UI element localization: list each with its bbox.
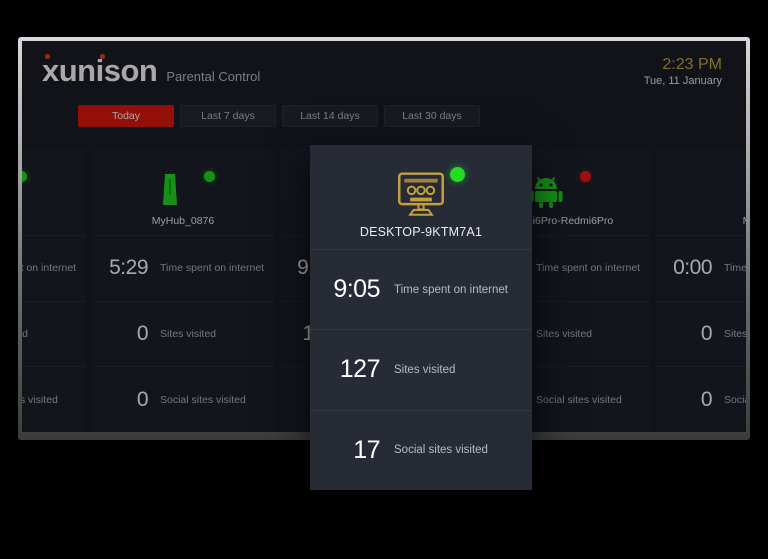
card-icon-row [22, 167, 86, 215]
modal-stat-label: Time spent on internet [394, 283, 508, 296]
stat-row-sites: 0 Sites visited [656, 300, 746, 367]
stat-value: 0:00 [673, 256, 712, 280]
stat-label: Social sites visited [536, 393, 622, 406]
modal-stat-value: 9:05 [333, 275, 380, 304]
card-icon-row [92, 167, 274, 215]
stat-value: 0 [136, 322, 149, 345]
app-subtitle: Parental Control [166, 69, 261, 84]
stat-value: 5:29 [109, 256, 148, 280]
android-icon [529, 177, 563, 208]
logo-dot-i-icon [100, 54, 105, 59]
modal-stat-label: Social sites visited [394, 444, 488, 457]
stat-value: 0 [136, 387, 149, 411]
stat-row-sites: 0 Sites visited [92, 300, 274, 367]
status-dot-offline [580, 171, 591, 182]
stat-label: Time spent on internet [536, 262, 641, 275]
modal-device-name: DESKTOP-9KTM7A1 [359, 225, 483, 239]
stat-label: Sites visited [536, 328, 593, 340]
stat-row-social: 0 Social sites visited [92, 366, 274, 432]
modal-icon-row [310, 163, 532, 225]
stat-label: Social sites visited [724, 393, 746, 406]
device-card-next[interactable]: M 0:00 Time spent on internet 0 Sites vi… [656, 149, 746, 432]
clock-block: 2:23 PM Tue, 11 January [644, 56, 722, 89]
card-device-name: MyHub_0876 [151, 215, 215, 227]
stat-row-social: 0 Social sites visited [656, 366, 746, 432]
card-header: M [656, 149, 746, 235]
tab-last-14-days[interactable]: Last 14 days [282, 105, 378, 127]
modal-stat-value: 127 [339, 355, 381, 384]
stat-row-time: Time spent on internet [22, 235, 86, 301]
stat-label: Sites visited [724, 328, 746, 340]
device-detail-modal[interactable]: DESKTOP-9KTM7A1 9:05 Time spent on inter… [310, 145, 532, 490]
device-card-myhub[interactable]: MyHub_0876 5:29 Time spent on internet 0… [92, 149, 274, 432]
stat-row-social: Social sites visited [22, 366, 86, 432]
stat-row-time: 0:00 Time spent on internet [656, 235, 746, 301]
logo-wordmark: xunison [42, 53, 158, 88]
stat-label: Time spent on internet [160, 262, 265, 275]
modal-stat-value: 17 [353, 435, 380, 464]
xunison-logo: xunison [42, 53, 158, 88]
stat-row-time: 5:29 Time spent on internet [92, 235, 274, 301]
logo-dot-x-icon [45, 54, 50, 59]
stat-row-sites: Sites visited [22, 300, 86, 367]
stat-label: Sites visited [22, 328, 29, 340]
stat-value: 0 [700, 387, 713, 411]
modal-stat-row-social: 17 Social sites visited [310, 409, 532, 490]
clock-date: Tue, 11 January [643, 75, 722, 88]
tab-last-30-days[interactable]: Last 30 days [384, 105, 480, 127]
modal-stat-label: Sites visited [394, 363, 456, 376]
status-dot-online [204, 171, 215, 182]
card-icon-row [656, 167, 746, 215]
router-icon [163, 174, 177, 205]
app-header: xunison Parental Control 2:23 PM Tue, 11… [22, 41, 746, 105]
card-header: MyHub_0876 [92, 149, 274, 235]
card-device-name: M [743, 215, 746, 227]
brand-row: xunison Parental Control [42, 53, 722, 88]
clock-time: 2:23 PM [662, 56, 722, 73]
modal-stat-row-time: 9:05 Time spent on internet [310, 249, 532, 329]
tab-today[interactable]: Today [78, 105, 174, 127]
card-header: OTT [22, 149, 86, 235]
modal-stat-row-sites: 127 Sites visited [310, 329, 532, 409]
status-dot-online [22, 171, 27, 182]
status-dot-online [450, 167, 465, 182]
device-card-ott[interactable]: OTT Time spent on internet Sites visited… [22, 149, 86, 432]
stat-label: Social sites visited [160, 393, 246, 406]
stat-label: Time spent on internet [22, 262, 77, 275]
stat-label: Social sites visited [22, 393, 58, 406]
desktop-monitor-icon [398, 172, 444, 216]
stat-label: Sites visited [160, 328, 217, 340]
stat-value: 0 [700, 322, 713, 345]
date-range-tabs: Today Last 7 days Last 14 days Last 30 d… [22, 105, 746, 127]
stat-label: Time spent on internet [724, 262, 746, 275]
tab-last-7-days[interactable]: Last 7 days [180, 105, 276, 127]
modal-header: DESKTOP-9KTM7A1 [310, 145, 532, 249]
